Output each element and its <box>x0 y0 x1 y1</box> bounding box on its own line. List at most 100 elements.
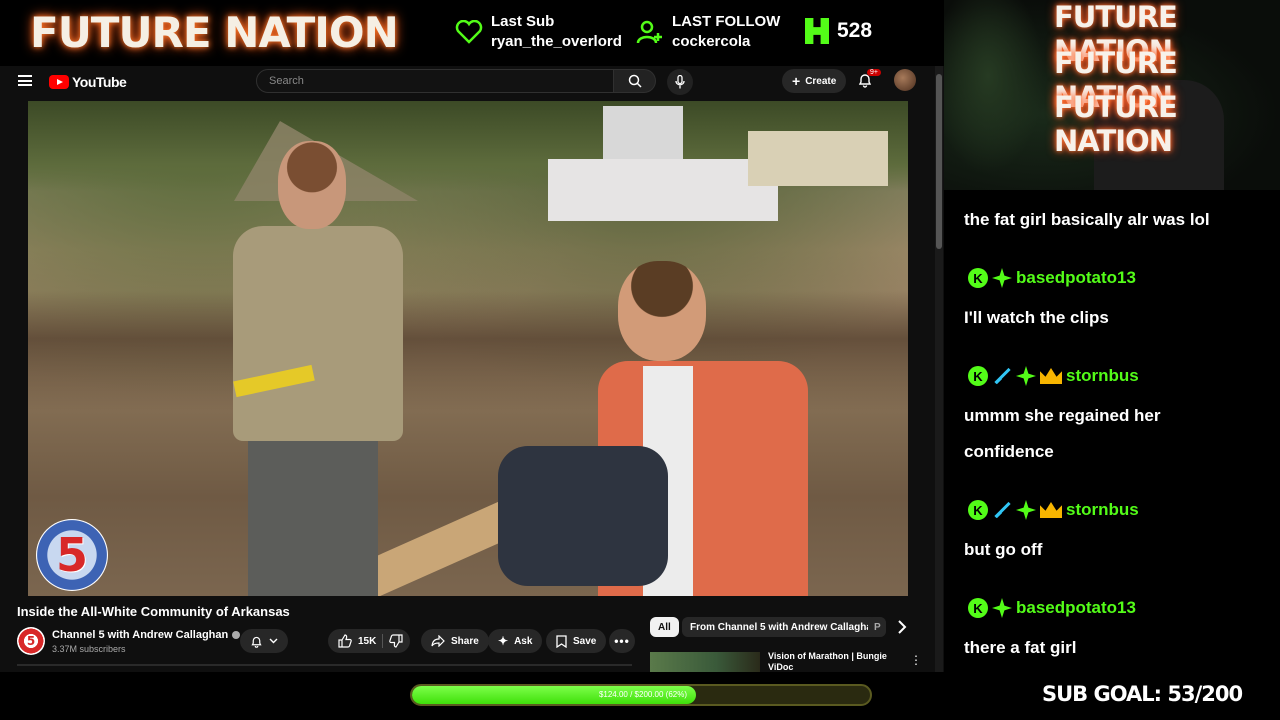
video-frame-person-sitting <box>498 261 838 596</box>
search-input[interactable]: Search <box>256 69 614 93</box>
ask-button[interactable]: ✦ Ask <box>488 629 543 653</box>
chip-partial[interactable]: P <box>868 617 886 637</box>
kick-logo-icon <box>805 18 829 44</box>
overlay-bottom-bar: $124.00 / $200.00 (62%) SUB GOAL: 53/200 <box>0 672 1280 720</box>
chat-username[interactable]: basedpotato13 <box>1016 268 1136 288</box>
add-user-icon <box>636 20 662 44</box>
chat-message-text: but go off <box>964 540 1043 559</box>
share-label: Share <box>451 635 479 647</box>
like-dislike-group: 15K <box>328 629 410 653</box>
save-button[interactable]: Save <box>546 629 607 653</box>
crown-badge-icon <box>1040 502 1062 518</box>
video-player[interactable]: 5 <box>28 101 908 596</box>
webcam-feed: FUTURE NATION FUTURE NATION FUTURE NATIO… <box>944 0 1280 190</box>
youtube-logo[interactable]: YouTube <box>49 74 127 90</box>
save-label: Save <box>573 635 597 647</box>
youtube-play-icon <box>49 75 69 89</box>
gem-badge-icon <box>1016 500 1036 520</box>
subscriber-count: 3.37M subscribers <box>52 644 126 654</box>
plus-icon: + <box>792 73 801 89</box>
chat-panel: the fat girl basically alr was lol K bas… <box>944 190 1280 672</box>
sword-badge-icon <box>992 500 1012 520</box>
chat-username-row: K basedpotato13 <box>968 268 1136 288</box>
search-button[interactable] <box>614 69 656 93</box>
notification-badge: 9+ <box>867 69 881 76</box>
donation-goal-bar: $124.00 / $200.00 (62%) <box>410 684 872 706</box>
kick-badge-icon: K <box>968 268 988 288</box>
youtube-header: YouTube Search + Create 9+ <box>0 66 932 98</box>
last-follow-label: LAST FOLLOW <box>672 13 781 30</box>
subscribe-bell-button[interactable] <box>240 629 288 653</box>
share-icon <box>431 635 445 647</box>
channel-name[interactable]: Channel 5 with Andrew Callaghan <box>52 629 241 641</box>
chat-message-text: the fat girl basically alr was lol <box>964 210 1210 229</box>
chat-username-row: K stornbus <box>968 366 1139 386</box>
chat-username-row: K stornbus <box>968 500 1139 520</box>
last-follow-widget: LAST FOLLOW cockercola <box>636 12 780 52</box>
crown-badge-icon <box>1040 368 1062 384</box>
channel5-watermark: 5 <box>36 519 108 591</box>
bookmark-icon <box>556 634 567 648</box>
divider <box>17 664 632 666</box>
video-frame-trailer <box>603 106 683 161</box>
stream-overlay: FUTURE NATION Last Sub ryan_the_overlord… <box>0 0 1280 720</box>
channel-avatar[interactable]: 5 <box>17 627 45 655</box>
sparkle-icon: ✦ <box>498 634 509 648</box>
heart-icon <box>455 20 483 44</box>
chat-username[interactable]: stornbus <box>1066 500 1139 520</box>
sword-badge-icon <box>992 366 1012 386</box>
like-divider <box>382 634 384 648</box>
voice-search-button[interactable] <box>667 69 693 95</box>
share-button[interactable]: Share <box>421 629 489 653</box>
thumbs-up-icon[interactable] <box>338 634 352 648</box>
viewer-count: 528 <box>837 19 873 42</box>
neon-sign-line-3: FUTURE NATION <box>1054 90 1178 158</box>
webcam-plant <box>944 0 1054 190</box>
future-nation-logo: FUTURE NATION <box>30 8 399 57</box>
recommendation-thumbnail[interactable] <box>650 652 760 672</box>
youtube-logo-text: YouTube <box>72 74 127 90</box>
page-scrollbar[interactable] <box>935 66 943 672</box>
thumbs-down-icon[interactable] <box>389 634 403 648</box>
chat-message-text: there a fat girl <box>964 638 1077 657</box>
more-vertical-icon[interactable]: ⋮ <box>910 653 922 667</box>
last-follow-user: cockercola <box>672 33 751 50</box>
chip-all[interactable]: All <box>650 617 679 637</box>
chat-username[interactable]: basedpotato13 <box>1016 598 1136 618</box>
more-horizontal-icon: ••• <box>614 634 630 648</box>
youtube-window: YouTube Search + Create 9+ 5 Inside the … <box>0 66 944 672</box>
bell-icon <box>251 636 262 648</box>
chat-username-row: K basedpotato13 <box>968 598 1136 618</box>
donation-goal-text: $124.00 / $200.00 (62%) <box>598 690 688 699</box>
channel-name-text: Channel 5 with Andrew Callaghan <box>52 629 229 641</box>
more-actions-button[interactable]: ••• <box>609 629 635 653</box>
menu-icon[interactable] <box>18 75 32 86</box>
last-sub-widget: Last Sub ryan_the_overlord <box>455 12 622 52</box>
gem-badge-icon <box>1016 366 1036 386</box>
chat-message-text: ummm she regained her <box>964 406 1161 425</box>
create-label: Create <box>805 75 837 87</box>
kick-badge-icon: K <box>968 598 988 618</box>
chip-from-channel[interactable]: From Channel 5 with Andrew Callaghan <box>682 617 886 637</box>
video-frame-crate <box>548 159 778 221</box>
microphone-icon <box>675 75 685 89</box>
chevron-right-icon[interactable] <box>893 618 911 636</box>
sub-goal-text: SUB GOAL: 53/200 <box>1042 682 1243 706</box>
video-title: Inside the All-White Community of Arkans… <box>17 604 290 619</box>
chat-message-text: I'll watch the clips <box>964 308 1109 327</box>
gem-badge-icon <box>992 268 1012 288</box>
last-sub-label: Last Sub <box>491 13 555 30</box>
viewer-count-widget: 528 <box>805 18 872 44</box>
user-avatar[interactable] <box>894 69 916 91</box>
chat-username[interactable]: stornbus <box>1066 366 1139 386</box>
ask-label: Ask <box>514 635 533 647</box>
scrollbar-thumb[interactable] <box>936 74 942 249</box>
video-frame-person-standing <box>198 141 408 596</box>
video-frame-shed <box>748 131 888 186</box>
create-button[interactable]: + Create <box>782 69 847 93</box>
search-icon <box>628 74 642 88</box>
verified-icon <box>232 631 241 639</box>
chat-message-text: confidence <box>964 442 1054 461</box>
recommendation-title[interactable]: Vision of Marathon | Bungie ViDoc <box>768 651 898 672</box>
kick-badge-icon: K <box>968 500 988 520</box>
